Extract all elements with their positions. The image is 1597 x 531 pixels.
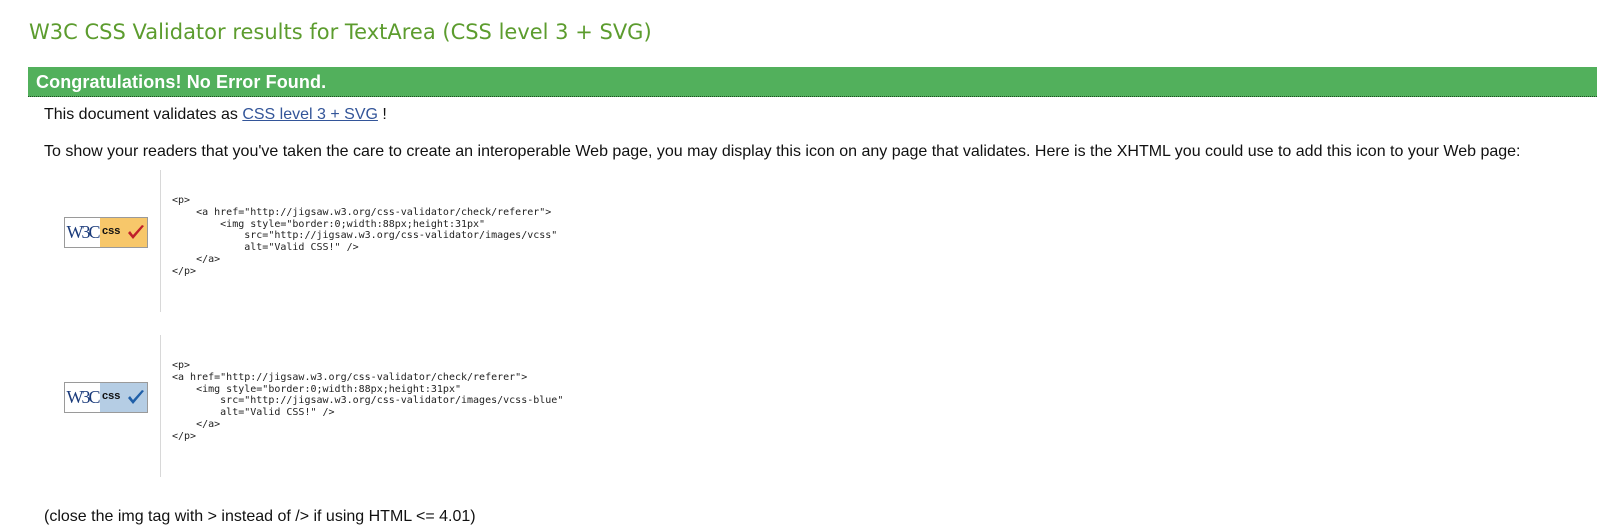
readers-instructions: To show your readers that you've taken t… — [44, 143, 1521, 160]
code-divider — [160, 170, 161, 312]
badge-code-snippet-blue: <p> <a href="http://jigsaw.w3.org/css-va… — [172, 360, 564, 442]
validates-suffix: ! — [377, 106, 387, 123]
badge-css-panel: css — [100, 383, 147, 412]
w3c-logo-text: W3C — [65, 383, 101, 412]
success-banner: Congratulations! No Error Found. — [28, 67, 1597, 97]
success-message: Congratulations! No Error Found. — [36, 72, 327, 92]
badge-css-panel: css — [100, 218, 147, 247]
badge-code-snippet-gold: <p> <a href="http://jigsaw.w3.org/css-va… — [172, 195, 558, 277]
badge-css-label: css — [102, 225, 121, 237]
checkmark-icon — [128, 225, 144, 239]
css-profile-link[interactable]: CSS level 3 + SVG — [242, 106, 378, 123]
validates-prefix: This document validates as — [44, 106, 238, 123]
w3c-css-gold-badge-icon: W3C css — [64, 217, 148, 248]
validates-line: This document validates as CSS level 3 +… — [44, 106, 387, 124]
checkmark-icon — [128, 390, 144, 404]
badge-block-blue: W3C css <p> <a href="http://jigsaw.w3.or… — [44, 335, 644, 477]
code-divider — [160, 335, 161, 477]
close-tag-note: (close the img tag with > instead of /> … — [44, 508, 476, 525]
w3c-logo-text: W3C — [65, 218, 101, 247]
w3c-css-blue-badge-icon: W3C css — [64, 382, 148, 413]
badge-css-label: css — [102, 390, 121, 402]
badge-block-gold: W3C css <p> <a href="http://jigsaw.w3.or… — [44, 170, 644, 312]
page-title: W3C CSS Validator results for TextArea (… — [29, 20, 652, 44]
